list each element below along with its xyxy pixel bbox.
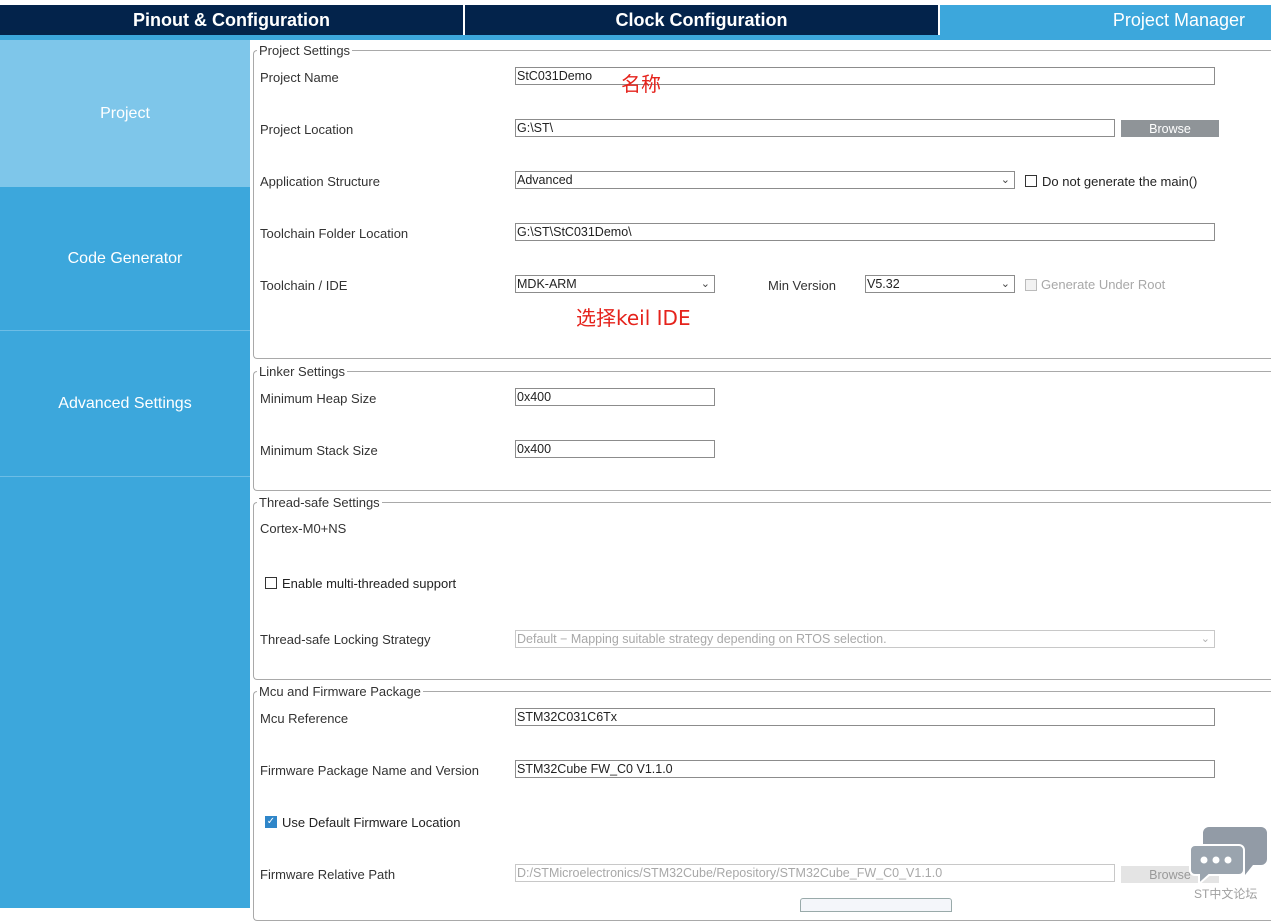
firmware-relative-path-label: Firmware Relative Path: [260, 867, 396, 882]
project-location-label: Project Location: [260, 122, 354, 137]
annotation-ide: 选择keil IDE: [576, 306, 691, 330]
chevron-down-icon: ⌄: [1000, 174, 1010, 186]
group-title: Mcu and Firmware Package: [257, 684, 423, 699]
application-structure-select[interactable]: Advanced ⌄: [515, 171, 1015, 189]
sidebar-item-advanced-settings[interactable]: Advanced Settings: [0, 331, 250, 476]
select-value: MDK-ARM: [517, 277, 577, 291]
linker-settings-group: Linker Settings: [253, 364, 1271, 491]
sidebar-item-label: Project: [100, 104, 150, 122]
toolchain-folder-label: Toolchain Folder Location: [260, 226, 409, 241]
locking-strategy-select[interactable]: Default − Mapping suitable strategy depe…: [515, 630, 1215, 648]
generate-under-root-checkbox[interactable]: [1025, 279, 1037, 291]
select-value: Advanced: [517, 173, 573, 187]
group-title: Project Settings: [257, 43, 353, 58]
multi-threaded-label: Enable multi-threaded support: [282, 576, 457, 591]
annotation-name: 名称: [621, 72, 661, 96]
sidebar-item-code-generator[interactable]: Code Generator: [0, 187, 250, 330]
tab-project-manager[interactable]: Project Manager: [940, 5, 1271, 35]
firmware-package-input[interactable]: STM32Cube FW_C0 V1.1.0: [515, 760, 1215, 778]
generate-under-root-label: Generate Under Root: [1041, 277, 1166, 292]
min-version-label: Min Version: [768, 278, 836, 293]
application-structure-label: Application Structure: [260, 174, 380, 189]
chevron-down-icon: ⌄: [1200, 633, 1210, 645]
minimum-stack-input[interactable]: 0x400: [515, 440, 715, 458]
group-title: Linker Settings: [257, 364, 347, 379]
toolchain-folder-input[interactable]: G:\ST\StC031Demo\: [515, 223, 1215, 241]
mcu-reference-label: Mcu Reference: [260, 711, 349, 726]
firmware-relative-path-input[interactable]: D:/STMicroelectronics/STM32Cube/Reposito…: [515, 864, 1115, 882]
multi-threaded-checkbox[interactable]: [265, 577, 277, 589]
partial-popup: [800, 898, 952, 912]
sidebar: Project Code Generator Advanced Settings: [0, 40, 250, 908]
project-settings-group: Project Settings: [253, 43, 1271, 359]
select-value: Default − Mapping suitable strategy depe…: [517, 632, 887, 646]
browse-location-button[interactable]: Browse: [1121, 120, 1219, 137]
minimum-heap-input[interactable]: 0x400: [515, 388, 715, 406]
chevron-down-icon: ⌄: [1000, 278, 1010, 290]
project-name-label: Project Name: [260, 70, 339, 85]
tab-pinout-configuration[interactable]: Pinout & Configuration: [0, 5, 463, 35]
select-value: V5.32: [867, 277, 900, 291]
sidebar-item-label: Advanced Settings: [58, 394, 192, 412]
top-tab-bar: Pinout & Configuration Clock Configurati…: [0, 0, 1271, 40]
sidebar-divider: [0, 476, 250, 477]
locking-strategy-label: Thread-safe Locking Strategy: [260, 632, 431, 647]
do-not-generate-main-label: Do not generate the main(): [1042, 174, 1198, 189]
tab-clock-configuration[interactable]: Clock Configuration: [465, 5, 938, 35]
chevron-down-icon: ⌄: [700, 278, 710, 290]
minimum-heap-label: Minimum Heap Size: [260, 391, 377, 406]
core-name-label: Cortex-M0+NS: [260, 521, 347, 536]
sidebar-item-label: Code Generator: [67, 249, 183, 267]
toolchain-ide-select[interactable]: MDK-ARM ⌄: [515, 275, 715, 293]
use-default-firmware-checkbox[interactable]: ✓: [265, 816, 277, 828]
sidebar-item-project[interactable]: Project: [0, 40, 250, 187]
group-title: Thread-safe Settings: [257, 495, 382, 510]
mcu-reference-input[interactable]: STM32C031C6Tx: [515, 708, 1215, 726]
minimum-stack-label: Minimum Stack Size: [260, 443, 378, 458]
min-version-select[interactable]: V5.32 ⌄: [865, 275, 1015, 293]
do-not-generate-main-checkbox[interactable]: [1025, 175, 1037, 187]
watermark-text: ST中文论坛: [1194, 887, 1258, 901]
use-default-firmware-label: Use Default Firmware Location: [282, 815, 461, 830]
main-content: Project Settings Project Name StC031Demo…: [250, 40, 1271, 921]
thread-safe-settings-group: Thread-safe Settings: [253, 495, 1271, 680]
firmware-package-label: Firmware Package Name and Version: [260, 763, 479, 778]
toolchain-ide-label: Toolchain / IDE: [260, 278, 348, 293]
project-location-input[interactable]: G:\ST\: [515, 119, 1115, 137]
project-name-input[interactable]: StC031Demo: [515, 67, 1215, 85]
